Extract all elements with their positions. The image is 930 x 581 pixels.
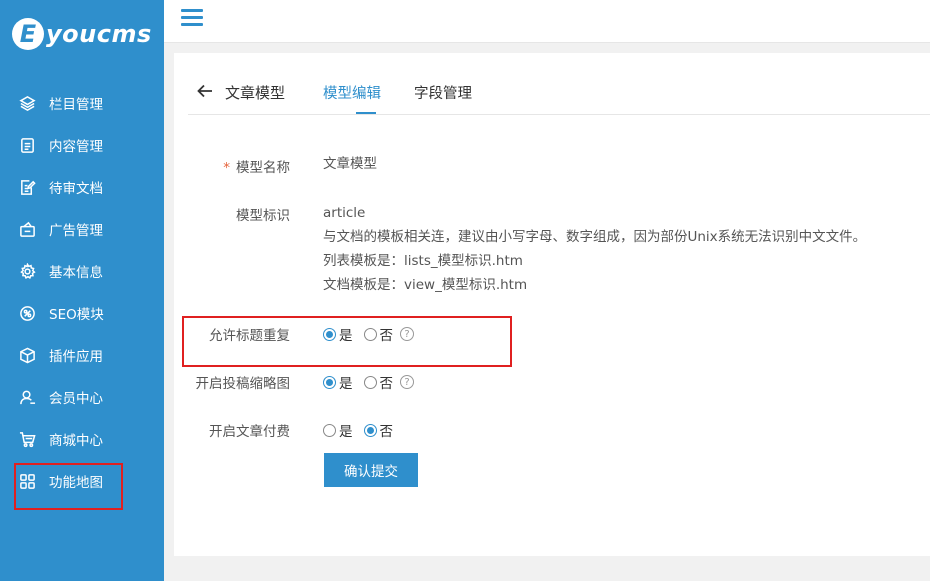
sidebar-nav: 栏目管理 内容管理 待审文档 广告管理 基本信息 SEO模块 插件应用 会员中心…: [0, 82, 164, 502]
sidebar-item-label: 功能地图: [49, 475, 103, 491]
seo-icon: [18, 304, 36, 322]
sidebar-item-column[interactable]: 栏目管理: [0, 82, 164, 124]
sidebar-item-content[interactable]: 内容管理: [0, 124, 164, 166]
top-bar: [164, 0, 930, 43]
sidebar-item-label: 待审文档: [49, 181, 103, 197]
model-id-label: 模型标识: [236, 208, 290, 224]
enable-thumb-no[interactable]: 否: [363, 372, 393, 392]
sidebar-item-label: SEO模块: [49, 307, 104, 323]
menu-icon[interactable]: [181, 9, 203, 29]
allow-dup-title-radios: 是 否 ?: [323, 324, 414, 344]
doc-template-hint: 文档模板是：view_模型标识.htm: [323, 277, 528, 293]
model-name-label: * 模型名称: [223, 160, 290, 176]
sidebar-item-label: 插件应用: [49, 349, 103, 365]
sidebar-item-label: 广告管理: [49, 223, 103, 239]
cube-icon: [18, 346, 36, 364]
model-id-value: article: [323, 205, 366, 221]
submit-button[interactable]: 确认提交: [324, 453, 418, 487]
sidebar-item-plugins[interactable]: 插件应用: [0, 334, 164, 376]
help-icon[interactable]: ?: [400, 375, 414, 389]
edit-document-icon: [18, 178, 36, 196]
layers-icon: [18, 94, 36, 112]
enable-thumb-radios: 是 否 ?: [323, 372, 414, 392]
required-mark: *: [223, 160, 230, 176]
radio-no[interactable]: [363, 375, 377, 389]
enable-thumb-label: 开启投稿缩略图: [195, 376, 291, 392]
user-icon: [18, 388, 36, 406]
radio-no[interactable]: [363, 327, 377, 341]
model-id-block: article 与文档的模板相关连，建议由小写字母、数字组成，因为部份Unix系…: [323, 201, 866, 297]
logo-text: youcms: [46, 20, 152, 48]
enable-thumb-yes[interactable]: 是: [323, 372, 353, 392]
sidebar: E youcms 栏目管理 内容管理 待审文档 广告管理 基本信息 SEO模块: [0, 0, 164, 581]
gear-icon: [18, 262, 36, 280]
sidebar-item-seo[interactable]: SEO模块: [0, 292, 164, 334]
grid-icon: [18, 472, 36, 490]
sidebar-item-label: 内容管理: [49, 139, 103, 155]
enable-paid-yes[interactable]: 是: [323, 420, 353, 440]
main-panel: 文章模型 模型编辑 字段管理 * 模型名称 文章模型 模型标识 article 与…: [174, 53, 930, 556]
sidebar-item-label: 基本信息: [49, 265, 103, 281]
ad-icon: [18, 220, 36, 238]
allow-dup-title-no[interactable]: 否: [363, 324, 393, 344]
enable-paid-no[interactable]: 否: [363, 420, 393, 440]
document-icon: [18, 136, 36, 154]
radio-yes[interactable]: [323, 327, 336, 341]
sidebar-item-basic-info[interactable]: 基本信息: [0, 250, 164, 292]
tab-field-manage[interactable]: 字段管理: [414, 82, 472, 103]
sidebar-item-function-map[interactable]: 功能地图: [0, 460, 164, 502]
logo-mark: E: [12, 18, 44, 50]
sidebar-item-label: 栏目管理: [49, 97, 103, 113]
tab-model-edit[interactable]: 模型编辑: [323, 82, 381, 103]
sidebar-item-members[interactable]: 会员中心: [0, 376, 164, 418]
page-title: 文章模型: [225, 84, 286, 102]
model-id-hint: 与文档的模板相关连，建议由小写字母、数字组成，因为部份Unix系统无法识别中文文…: [323, 229, 867, 245]
sidebar-item-label: 商城中心: [49, 433, 103, 449]
sidebar-item-label: 会员中心: [49, 391, 103, 407]
sidebar-item-shop[interactable]: 商城中心: [0, 418, 164, 460]
allow-dup-title-yes[interactable]: 是: [323, 324, 353, 344]
radio-yes[interactable]: [323, 375, 336, 389]
radio-no[interactable]: [363, 423, 377, 437]
sidebar-item-ads[interactable]: 广告管理: [0, 208, 164, 250]
tab-bar: 文章模型 模型编辑 字段管理: [188, 75, 930, 115]
enable-paid-radios: 是 否: [323, 420, 404, 440]
help-icon[interactable]: ?: [400, 327, 414, 341]
back-arrow-icon[interactable]: [196, 82, 214, 100]
list-template-hint: 列表模板是：lists_模型标识.htm: [323, 253, 523, 269]
enable-paid-label: 开启文章付费: [209, 424, 290, 440]
cart-icon: [18, 430, 36, 448]
model-name-value: 文章模型: [323, 156, 377, 172]
allow-dup-title-label: 允许标题重复: [209, 328, 290, 344]
logo[interactable]: E youcms: [12, 14, 152, 54]
radio-yes[interactable]: [323, 423, 336, 437]
sidebar-item-pending[interactable]: 待审文档: [0, 166, 164, 208]
active-tab-indicator: [356, 112, 376, 114]
